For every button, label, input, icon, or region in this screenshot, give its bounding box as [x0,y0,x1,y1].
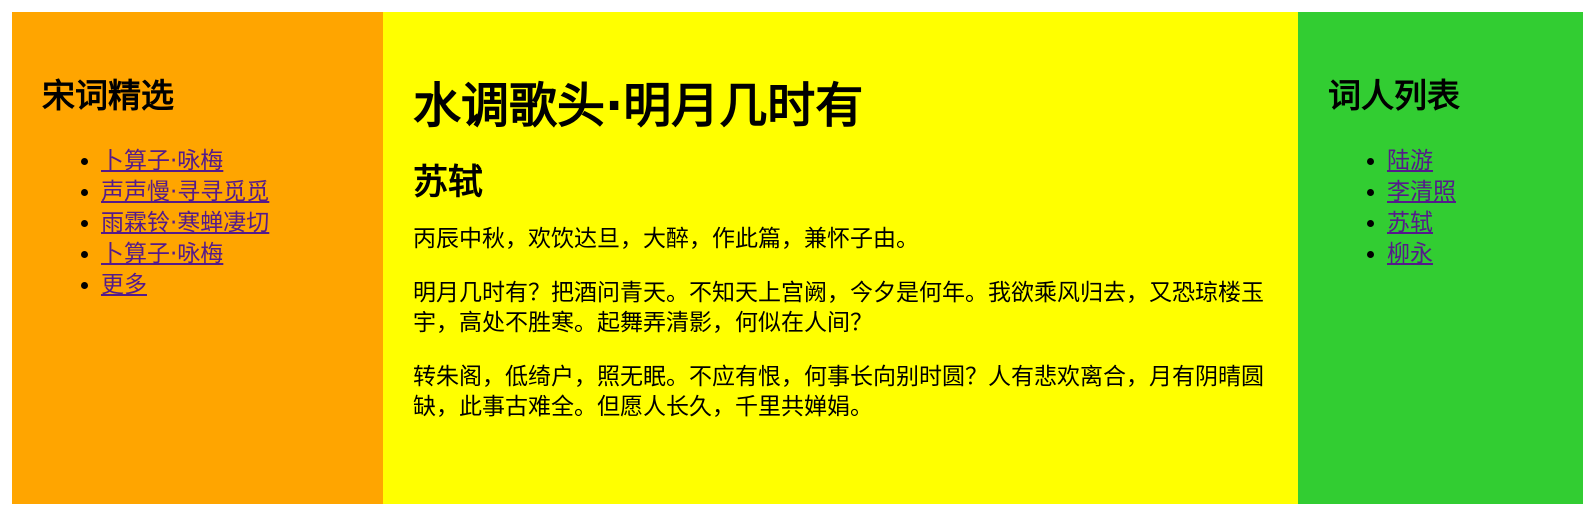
poem-stanza: 转朱阁，低绮户，照无眠。不应有恨，何事长向别时圆？人有悲欢离合，月有阴晴圆缺，此… [413,364,1264,420]
poem-content: 水调歌头·明月几时有 苏轼 丙辰中秋，欢饮达旦，大醉，作此篇，兼怀子由。 明月几… [383,12,1298,504]
link-poet[interactable]: 苏轼 [1387,210,1433,236]
poem-title: 水调歌头·明月几时有 [413,78,864,134]
list-item: 李清照 [1387,177,1583,208]
list-item: 柳永 [1387,239,1583,270]
list-item: 声声慢·寻寻觅觅 [101,177,383,208]
link-poem[interactable]: 卜算子·咏梅 [101,148,223,174]
poem-stanza: 明月几时有？把酒问青天。不知天上宫阙，今夕是何年。我欲乘风归去，又恐琼楼玉宇，高… [413,280,1264,336]
poem-preface: 丙辰中秋，欢饮达旦，大醉，作此篇，兼怀子由。 [413,226,919,252]
list-item: 苏轼 [1387,208,1583,239]
link-more[interactable]: 更多 [101,272,147,298]
poet-list: 陆游 李清照 苏轼 柳永 [1328,146,1583,270]
link-poet[interactable]: 李清照 [1387,179,1456,205]
list-item: 卜算子·咏梅 [101,239,383,270]
page: 宋词精选 卜算子·咏梅 声声慢·寻寻觅觅 雨霖铃·寒蝉凄切 卜算子·咏梅 更多 … [12,12,1583,504]
list-item: 更多 [101,270,383,301]
list-item: 卜算子·咏梅 [101,146,383,177]
list-item: 陆游 [1387,146,1583,177]
song-ci-list: 卜算子·咏梅 声声慢·寻寻觅觅 雨霖铃·寒蝉凄切 卜算子·咏梅 更多 [42,146,383,301]
link-poem[interactable]: 雨霖铃·寒蝉凄切 [101,210,269,236]
right-sidebar-title: 词人列表 [1328,76,1460,115]
left-sidebar-title: 宋词精选 [42,76,174,115]
right-sidebar: 词人列表 陆游 李清照 苏轼 柳永 [1298,12,1583,504]
left-sidebar: 宋词精选 卜算子·咏梅 声声慢·寻寻觅觅 雨霖铃·寒蝉凄切 卜算子·咏梅 更多 [12,12,383,504]
link-poem[interactable]: 声声慢·寻寻觅觅 [101,179,269,205]
link-poem[interactable]: 卜算子·咏梅 [101,241,223,267]
link-poet[interactable]: 柳永 [1387,241,1433,267]
list-item: 雨霖铃·寒蝉凄切 [101,208,383,239]
link-poet[interactable]: 陆游 [1387,148,1433,174]
poem-author: 苏轼 [413,163,484,203]
